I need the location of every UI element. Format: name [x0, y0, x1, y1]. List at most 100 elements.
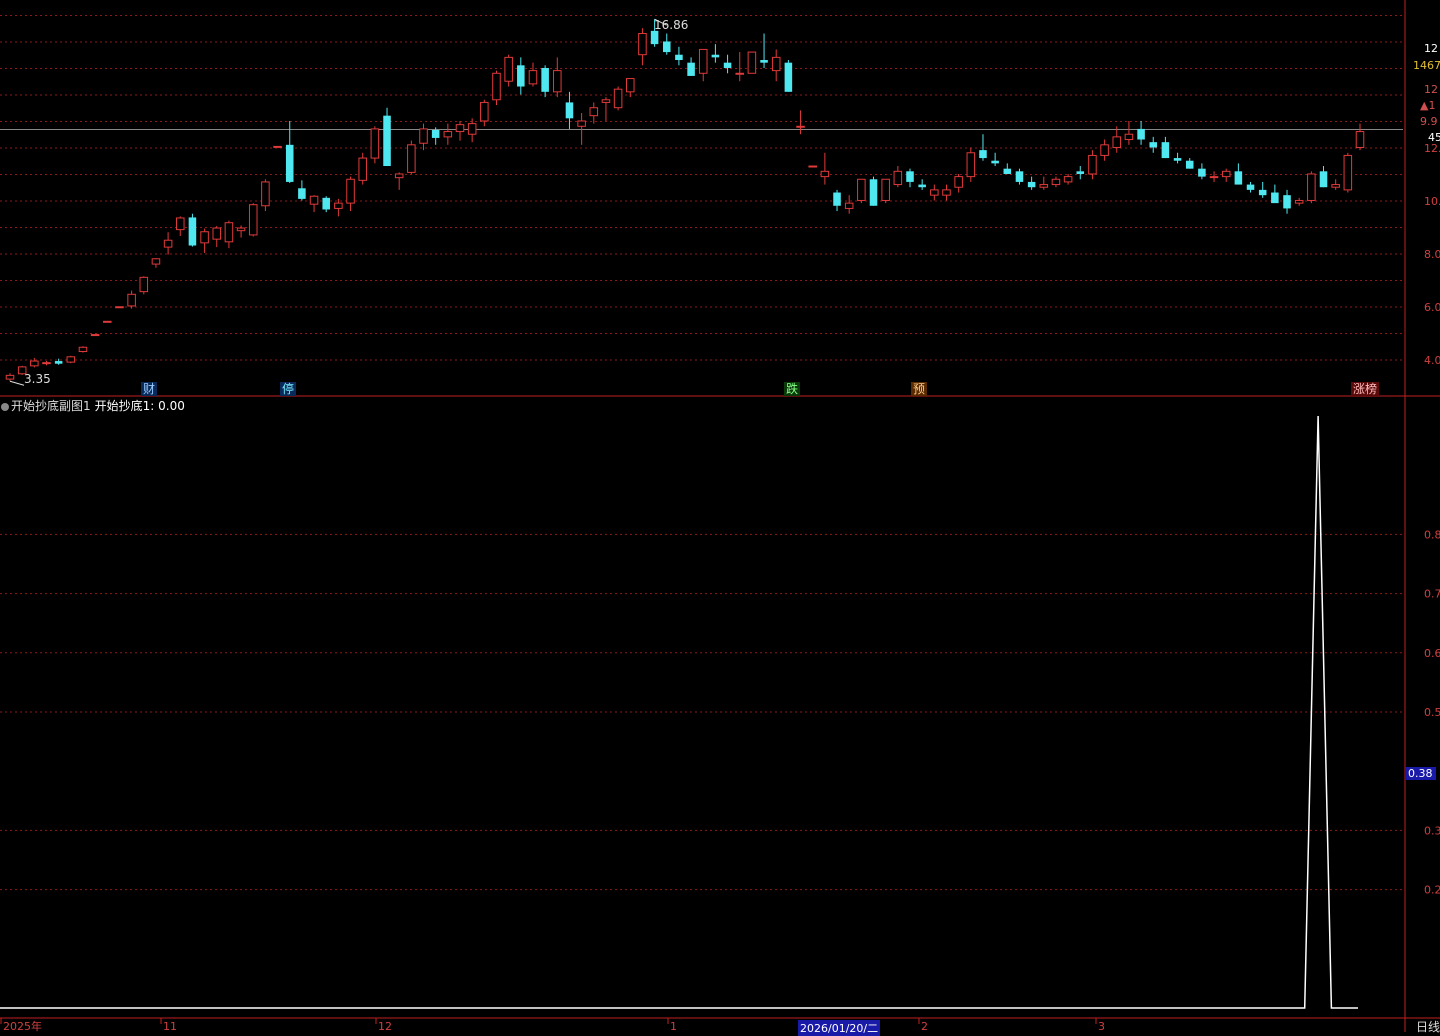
indicator-tick-label: 0.8	[1424, 528, 1440, 541]
candle-body-down	[1161, 142, 1170, 159]
candle-body-down	[1283, 195, 1291, 209]
candle-body-up	[966, 152, 976, 178]
date-axis-label: 11	[163, 1020, 177, 1032]
indicator-tick-label: 0.2	[1424, 884, 1440, 897]
indicator-tick-label: 0.5	[1424, 706, 1440, 719]
price-tick-label: 4.0	[1424, 354, 1440, 367]
indicator-tick-label: 0.3	[1424, 824, 1440, 837]
candle-body-up	[528, 70, 538, 85]
candle-body-up	[407, 144, 416, 173]
indicator-toggle-icon[interactable]	[1, 402, 9, 411]
candle-body-up	[796, 125, 805, 128]
candle-body-down	[711, 54, 720, 58]
candle-body-up	[492, 72, 501, 101]
event-marker-ting[interactable]: 停	[280, 382, 297, 396]
candle-body-up	[334, 202, 343, 209]
candle-body-up	[504, 56, 513, 82]
indicator-title[interactable]: 开始抄底副图1 开始抄底1: 0.00	[0, 397, 185, 413]
candle-body-up	[881, 178, 890, 201]
candle-body-up	[1221, 170, 1231, 178]
candle-body-up	[224, 222, 234, 243]
candle-body-up	[139, 276, 149, 293]
period-label[interactable]: 日线	[1416, 1018, 1440, 1035]
candle-body-up	[1307, 173, 1316, 201]
candle-body-up	[236, 227, 246, 232]
candle-body-down	[431, 129, 440, 138]
candle-body-up	[127, 293, 136, 307]
candle-body-up	[115, 306, 124, 309]
candle-body-down	[675, 54, 683, 61]
candle-body-down	[565, 102, 574, 119]
candle-body-up	[1063, 176, 1073, 183]
candle-body-up	[601, 99, 611, 103]
date-axis-label: 1	[670, 1020, 677, 1032]
candle-body-up	[844, 202, 854, 209]
candle-body-up	[1100, 144, 1109, 156]
price-tick-label: 10.0	[1424, 195, 1440, 208]
candle-body-up	[589, 107, 599, 117]
date-axis-label: 2	[921, 1020, 928, 1032]
candle-body-down	[760, 60, 768, 63]
candle-body-up	[66, 356, 76, 363]
candle-body-up	[735, 72, 745, 75]
indicator-tick-label: 0.7	[1424, 588, 1440, 601]
candle-body-down	[1149, 142, 1158, 148]
candle-body-up	[248, 204, 258, 236]
candle-body-up	[698, 48, 708, 74]
candle-body-down	[833, 192, 841, 206]
candle-body-down	[1258, 189, 1267, 196]
high-price-label: 16.86	[654, 18, 689, 32]
candle-body-up	[163, 239, 173, 248]
candle-body-down	[979, 150, 987, 159]
candle-body-up	[480, 101, 489, 122]
candle-body-up	[1051, 178, 1061, 186]
indicator-current-value: 0.38	[1405, 767, 1436, 780]
indicator-line	[0, 415, 1358, 1009]
candle-body-down	[723, 62, 732, 68]
candle-body-up	[443, 131, 453, 138]
candle-body-up	[1355, 131, 1365, 148]
date-axis-label: 2025年	[3, 1019, 42, 1032]
event-marker-yu[interactable]: 预	[911, 382, 928, 396]
candle-body-up	[1331, 184, 1340, 188]
candle-body-up	[394, 173, 404, 179]
candle-body-up	[1039, 184, 1049, 188]
candle-body-down	[784, 62, 793, 92]
candle-body-down	[918, 184, 926, 188]
candle-body-up	[1088, 154, 1097, 175]
candle-body-up	[212, 227, 222, 240]
event-marker-cai[interactable]: 财	[141, 382, 158, 396]
candle-body-down	[383, 115, 391, 167]
candle-body-up	[30, 360, 39, 367]
candle-body-down	[1076, 171, 1085, 174]
candle-body-down	[662, 41, 671, 53]
candle-body-up	[808, 165, 817, 168]
candle-body-up	[5, 374, 15, 380]
candle-body-down	[1003, 168, 1012, 174]
candle-body-up	[1343, 154, 1353, 191]
candle-body-up	[857, 178, 866, 201]
candle-body-down	[1137, 128, 1145, 140]
candle-body-down	[298, 188, 306, 199]
candle-body-up	[358, 157, 367, 181]
date-axis-label: 12	[378, 1020, 392, 1032]
candle-body-down	[869, 179, 878, 206]
candle-body-up	[942, 189, 951, 196]
candle-body-up	[613, 88, 623, 109]
candle-body-up	[930, 189, 939, 196]
indicator-tick-label: 0.6	[1424, 647, 1440, 660]
candle-body-up	[200, 231, 209, 244]
price-candlestick-chart[interactable]: 4.06.08.010.012.00.80.70.60.50.30.22025年…	[0, 0, 1440, 1032]
event-marker-die[interactable]: 跌	[784, 382, 801, 396]
candle-body-down	[650, 30, 659, 45]
indicator-value: 开始抄底1: 0.00	[94, 399, 185, 413]
candle-body-down	[322, 197, 330, 210]
right-panel-label-4: ▲1	[1420, 99, 1436, 112]
event-marker-zhangbang[interactable]: 涨榜	[1351, 382, 1380, 396]
candle-body-up	[176, 217, 185, 231]
candle-body-down	[517, 65, 525, 87]
candle-body-down	[1015, 171, 1024, 182]
candle-body-up	[42, 362, 51, 365]
candle-body-down	[1319, 171, 1328, 188]
candle-body-down	[1185, 160, 1194, 169]
